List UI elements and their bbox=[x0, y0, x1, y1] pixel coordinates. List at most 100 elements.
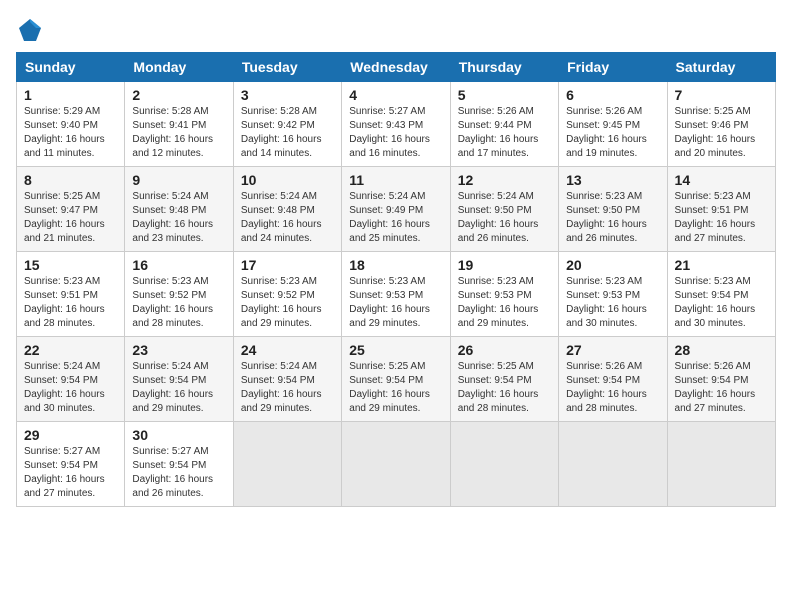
day-info: Sunrise: 5:24 AMSunset: 9:50 PMDaylight:… bbox=[458, 190, 551, 246]
day-number: 11 bbox=[349, 172, 442, 188]
day-info: Sunrise: 5:23 AMSunset: 9:51 PMDaylight:… bbox=[24, 275, 117, 331]
day-cell bbox=[559, 422, 667, 507]
day-number: 1 bbox=[24, 87, 117, 103]
day-number: 22 bbox=[24, 342, 117, 358]
week-row-4: 29 Sunrise: 5:27 AMSunset: 9:54 PMDayligh… bbox=[17, 422, 776, 507]
page-header bbox=[16, 16, 776, 44]
week-row-1: 8 Sunrise: 5:25 AMSunset: 9:47 PMDaylight… bbox=[17, 167, 776, 252]
day-info: Sunrise: 5:27 AMSunset: 9:54 PMDaylight:… bbox=[24, 445, 117, 501]
day-number: 7 bbox=[675, 87, 768, 103]
week-row-0: 1Sunrise: 5:29 AMSunset: 9:40 PMDaylight… bbox=[17, 82, 776, 167]
day-info: Sunrise: 5:28 AMSunset: 9:42 PMDaylight:… bbox=[241, 105, 334, 161]
day-info: Sunrise: 5:23 AMSunset: 9:51 PMDaylight:… bbox=[675, 190, 768, 246]
day-number: 10 bbox=[241, 172, 334, 188]
day-cell: 11 Sunrise: 5:24 AMSunset: 9:49 PMDayligh… bbox=[342, 167, 450, 252]
day-cell: 1Sunrise: 5:29 AMSunset: 9:40 PMDaylight… bbox=[17, 82, 125, 167]
day-number: 27 bbox=[566, 342, 659, 358]
day-info: Sunrise: 5:24 AMSunset: 9:49 PMDaylight:… bbox=[349, 190, 442, 246]
day-number: 17 bbox=[241, 257, 334, 273]
day-cell: 21Sunrise: 5:23 AMSunset: 9:54 PMDayligh… bbox=[667, 252, 775, 337]
day-info: Sunrise: 5:26 AMSunset: 9:54 PMDaylight:… bbox=[566, 360, 659, 416]
day-info: Sunrise: 5:23 AMSunset: 9:50 PMDaylight:… bbox=[566, 190, 659, 246]
day-number: 4 bbox=[349, 87, 442, 103]
day-cell: 25 Sunrise: 5:25 AMSunset: 9:54 PMDayligh… bbox=[342, 337, 450, 422]
day-info: Sunrise: 5:23 AMSunset: 9:53 PMDaylight:… bbox=[566, 275, 659, 331]
day-cell bbox=[667, 422, 775, 507]
day-cell: 20 Sunrise: 5:23 AMSunset: 9:53 PMDayligh… bbox=[559, 252, 667, 337]
day-cell: 10Sunrise: 5:24 AMSunset: 9:48 PMDayligh… bbox=[233, 167, 341, 252]
day-cell: 26Sunrise: 5:25 AMSunset: 9:54 PMDayligh… bbox=[450, 337, 558, 422]
day-info: Sunrise: 5:24 AMSunset: 9:54 PMDaylight:… bbox=[241, 360, 334, 416]
week-row-2: 15 Sunrise: 5:23 AMSunset: 9:51 PMDayligh… bbox=[17, 252, 776, 337]
day-number: 5 bbox=[458, 87, 551, 103]
col-header-monday: Monday bbox=[125, 53, 233, 82]
day-info: Sunrise: 5:23 AMSunset: 9:52 PMDaylight:… bbox=[241, 275, 334, 331]
day-cell: 3 Sunrise: 5:28 AMSunset: 9:42 PMDaylight… bbox=[233, 82, 341, 167]
day-info: Sunrise: 5:23 AMSunset: 9:52 PMDaylight:… bbox=[132, 275, 225, 331]
day-number: 9 bbox=[132, 172, 225, 188]
day-cell: 19 Sunrise: 5:23 AMSunset: 9:53 PMDayligh… bbox=[450, 252, 558, 337]
day-number: 8 bbox=[24, 172, 117, 188]
day-number: 25 bbox=[349, 342, 442, 358]
day-info: Sunrise: 5:27 AMSunset: 9:54 PMDaylight:… bbox=[132, 445, 225, 501]
day-cell: 30 Sunrise: 5:27 AMSunset: 9:54 PMDayligh… bbox=[125, 422, 233, 507]
day-number: 18 bbox=[349, 257, 442, 273]
col-header-sunday: Sunday bbox=[17, 53, 125, 82]
logo bbox=[16, 16, 48, 44]
day-cell: 2Sunrise: 5:28 AMSunset: 9:41 PMDaylight… bbox=[125, 82, 233, 167]
col-header-thursday: Thursday bbox=[450, 53, 558, 82]
day-number: 28 bbox=[675, 342, 768, 358]
day-info: Sunrise: 5:25 AMSunset: 9:54 PMDaylight:… bbox=[349, 360, 442, 416]
day-number: 3 bbox=[241, 87, 334, 103]
day-cell: 27 Sunrise: 5:26 AMSunset: 9:54 PMDayligh… bbox=[559, 337, 667, 422]
day-number: 12 bbox=[458, 172, 551, 188]
day-cell bbox=[233, 422, 341, 507]
day-info: Sunrise: 5:24 AMSunset: 9:48 PMDaylight:… bbox=[132, 190, 225, 246]
day-info: Sunrise: 5:26 AMSunset: 9:54 PMDaylight:… bbox=[675, 360, 768, 416]
day-number: 20 bbox=[566, 257, 659, 273]
day-cell: 14 Sunrise: 5:23 AMSunset: 9:51 PMDayligh… bbox=[667, 167, 775, 252]
week-row-3: 22 Sunrise: 5:24 AMSunset: 9:54 PMDayligh… bbox=[17, 337, 776, 422]
day-cell: 4 Sunrise: 5:27 AMSunset: 9:43 PMDaylight… bbox=[342, 82, 450, 167]
day-info: Sunrise: 5:26 AMSunset: 9:44 PMDaylight:… bbox=[458, 105, 551, 161]
day-info: Sunrise: 5:23 AMSunset: 9:54 PMDaylight:… bbox=[675, 275, 768, 331]
day-cell: 28 Sunrise: 5:26 AMSunset: 9:54 PMDayligh… bbox=[667, 337, 775, 422]
day-info: Sunrise: 5:27 AMSunset: 9:43 PMDaylight:… bbox=[349, 105, 442, 161]
day-number: 23 bbox=[132, 342, 225, 358]
day-cell: 12 Sunrise: 5:24 AMSunset: 9:50 PMDayligh… bbox=[450, 167, 558, 252]
day-cell: 8 Sunrise: 5:25 AMSunset: 9:47 PMDaylight… bbox=[17, 167, 125, 252]
day-cell: 24 Sunrise: 5:24 AMSunset: 9:54 PMDayligh… bbox=[233, 337, 341, 422]
day-cell: 18Sunrise: 5:23 AMSunset: 9:53 PMDayligh… bbox=[342, 252, 450, 337]
day-info: Sunrise: 5:23 AMSunset: 9:53 PMDaylight:… bbox=[458, 275, 551, 331]
day-number: 24 bbox=[241, 342, 334, 358]
day-cell: 7Sunrise: 5:25 AMSunset: 9:46 PMDaylight… bbox=[667, 82, 775, 167]
day-cell: 29 Sunrise: 5:27 AMSunset: 9:54 PMDayligh… bbox=[17, 422, 125, 507]
day-cell: 22Sunrise: 5:24 AMSunset: 9:54 PMDayligh… bbox=[17, 337, 125, 422]
day-cell: 15 Sunrise: 5:23 AMSunset: 9:51 PMDayligh… bbox=[17, 252, 125, 337]
day-info: Sunrise: 5:24 AMSunset: 9:54 PMDaylight:… bbox=[132, 360, 225, 416]
calendar: SundayMondayTuesdayWednesdayThursdayFrid… bbox=[16, 52, 776, 507]
col-header-saturday: Saturday bbox=[667, 53, 775, 82]
day-info: Sunrise: 5:25 AMSunset: 9:47 PMDaylight:… bbox=[24, 190, 117, 246]
day-number: 15 bbox=[24, 257, 117, 273]
day-cell: 17 Sunrise: 5:23 AMSunset: 9:52 PMDayligh… bbox=[233, 252, 341, 337]
col-header-friday: Friday bbox=[559, 53, 667, 82]
day-number: 6 bbox=[566, 87, 659, 103]
day-cell: 9 Sunrise: 5:24 AMSunset: 9:48 PMDaylight… bbox=[125, 167, 233, 252]
day-info: Sunrise: 5:28 AMSunset: 9:41 PMDaylight:… bbox=[132, 105, 225, 161]
day-info: Sunrise: 5:26 AMSunset: 9:45 PMDaylight:… bbox=[566, 105, 659, 161]
day-number: 30 bbox=[132, 427, 225, 443]
day-number: 19 bbox=[458, 257, 551, 273]
day-cell: 23 Sunrise: 5:24 AMSunset: 9:54 PMDayligh… bbox=[125, 337, 233, 422]
day-number: 14 bbox=[675, 172, 768, 188]
day-number: 26 bbox=[458, 342, 551, 358]
day-cell: 6 Sunrise: 5:26 AMSunset: 9:45 PMDaylight… bbox=[559, 82, 667, 167]
day-cell: 16Sunrise: 5:23 AMSunset: 9:52 PMDayligh… bbox=[125, 252, 233, 337]
col-header-tuesday: Tuesday bbox=[233, 53, 341, 82]
day-number: 13 bbox=[566, 172, 659, 188]
day-cell bbox=[450, 422, 558, 507]
logo-icon bbox=[16, 16, 44, 44]
day-cell: 5 Sunrise: 5:26 AMSunset: 9:44 PMDaylight… bbox=[450, 82, 558, 167]
day-cell bbox=[342, 422, 450, 507]
day-number: 29 bbox=[24, 427, 117, 443]
